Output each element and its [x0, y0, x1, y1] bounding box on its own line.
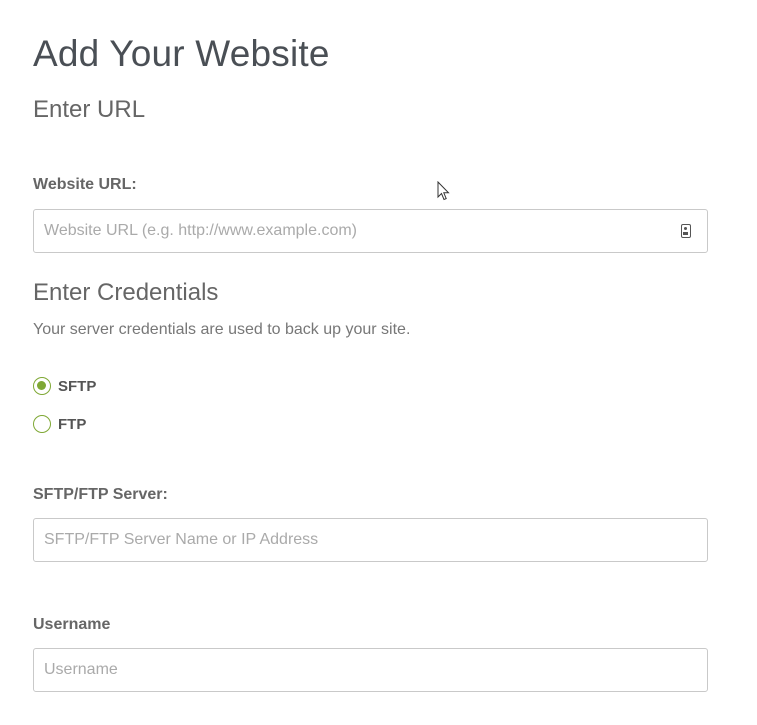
website-url-label: Website URL:	[33, 176, 137, 193]
server-input[interactable]	[34, 519, 707, 561]
enter-credentials-heading: Enter Credentials	[33, 279, 219, 306]
server-field[interactable]	[33, 518, 708, 562]
add-website-page: Add Your Website Enter URL Website URL: …	[0, 0, 757, 725]
ftp-radio-option[interactable]: FTP	[33, 414, 86, 434]
mouse-cursor-icon	[437, 181, 450, 201]
sftp-radio-label[interactable]: SFTP	[58, 378, 96, 395]
sftp-radio-button[interactable]	[33, 377, 51, 395]
sftp-radio-option[interactable]: SFTP	[33, 376, 96, 396]
page-title: Add Your Website	[33, 33, 330, 74]
server-label: SFTP/FTP Server:	[33, 486, 168, 503]
username-field[interactable]	[33, 648, 708, 692]
enter-url-heading: Enter URL	[33, 96, 146, 123]
credentials-help-text: Your server credentials are used to back…	[33, 321, 411, 338]
username-input[interactable]	[34, 649, 707, 691]
ftp-radio-label[interactable]: FTP	[58, 416, 86, 433]
ftp-radio-button[interactable]	[33, 415, 51, 433]
username-label: Username	[33, 616, 111, 633]
contact-card-icon[interactable]	[681, 224, 691, 238]
website-url-input[interactable]	[34, 210, 707, 252]
website-url-field[interactable]	[33, 209, 708, 253]
